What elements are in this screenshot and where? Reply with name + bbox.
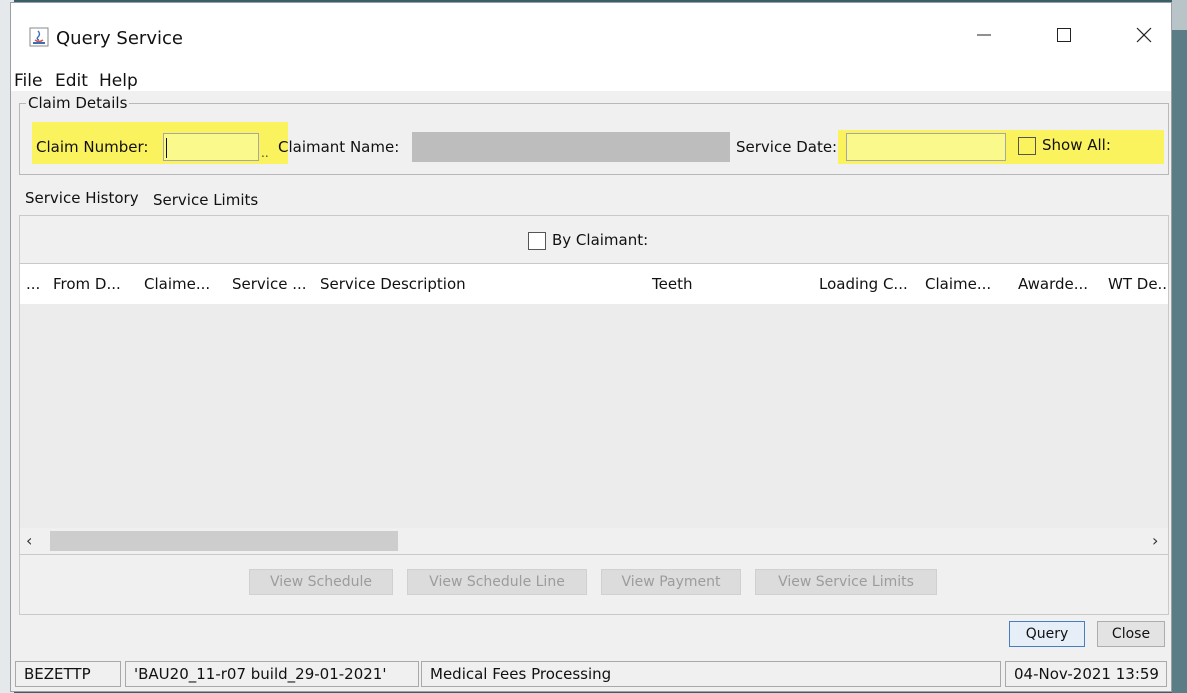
query-service-window: Query Service File Edit Help Claim Detai… [10, 2, 1172, 692]
tab-service-history[interactable]: Service History [25, 189, 139, 207]
menu-bar: File Edit Help [11, 69, 1171, 91]
table-header: ... From D... Claime... Service ... Serv… [20, 264, 1168, 304]
claim-number-input[interactable] [163, 133, 259, 161]
status-bar: BEZETTP 'BAU20_11-r07 build_29-01-2021' … [11, 655, 1171, 691]
column-header[interactable]: Awarde... [1018, 275, 1088, 293]
status-module: Medical Fees Processing [421, 661, 1001, 687]
view-schedule-button[interactable]: View Schedule [249, 569, 393, 595]
claim-lookup-button[interactable]: .. [261, 146, 269, 160]
claim-details-legend: Claim Details [26, 94, 130, 112]
view-service-limits-button[interactable]: View Service Limits [755, 569, 937, 595]
service-date-input[interactable] [846, 133, 1006, 161]
horizontal-scrollbar[interactable]: ‹ › [20, 528, 1168, 554]
status-user: BEZETTP [15, 661, 121, 687]
claimant-name-label: Claimant Name: [278, 138, 400, 156]
column-header[interactable]: From D... [53, 275, 121, 293]
column-header[interactable]: WT De.. [1108, 275, 1167, 293]
text-cursor [166, 138, 167, 158]
column-header[interactable]: Service ... [232, 275, 307, 293]
close-button[interactable]: Close [1097, 621, 1165, 647]
close-window-button[interactable] [1121, 15, 1167, 55]
claimant-name-field [412, 132, 730, 162]
window-title: Query Service [56, 28, 183, 49]
tab-service-limits[interactable]: Service Limits [153, 191, 258, 209]
java-app-icon [29, 27, 49, 47]
by-claimant-checkbox[interactable] [528, 232, 546, 250]
view-payment-button[interactable]: View Payment [601, 569, 741, 595]
column-header[interactable]: Service Description [320, 275, 466, 293]
scroll-right-icon[interactable]: › [1152, 531, 1158, 550]
claim-number-label: Claim Number: [36, 138, 149, 156]
by-claimant-label: By Claimant: [552, 231, 649, 249]
column-header[interactable]: ... [26, 275, 40, 293]
title-bar[interactable]: Query Service [11, 3, 1171, 69]
maximize-button[interactable] [1041, 15, 1087, 55]
column-header[interactable]: Loading C... [819, 275, 908, 293]
column-header[interactable]: Claime... [144, 275, 210, 293]
status-build: 'BAU20_11-r07 build_29-01-2021' [125, 661, 419, 687]
close-icon [1135, 26, 1153, 44]
table-body [20, 304, 1168, 528]
column-header[interactable]: Teeth [652, 275, 692, 293]
service-history-table: ... From D... Claime... Service ... Serv… [19, 263, 1169, 555]
menu-file[interactable]: File [14, 71, 42, 91]
menu-help[interactable]: Help [99, 71, 138, 91]
show-all-label: Show All: [1042, 136, 1111, 154]
minimize-button[interactable] [961, 15, 1007, 55]
desktop-background-right [1172, 0, 1187, 693]
minimize-icon [976, 27, 992, 43]
service-date-label: Service Date: [736, 138, 838, 156]
scroll-left-icon[interactable]: ‹ [26, 531, 32, 550]
column-header[interactable]: Claime... [925, 275, 991, 293]
desktop-background-right-top [1172, 0, 1187, 30]
maximize-icon [1056, 27, 1072, 43]
show-all-checkbox[interactable] [1018, 137, 1036, 155]
menu-edit[interactable]: Edit [55, 71, 88, 91]
view-schedule-line-button[interactable]: View Schedule Line [407, 569, 587, 595]
query-button[interactable]: Query [1009, 621, 1085, 647]
claim-details-group: Claim Details Claim Number: .. Claimant … [19, 94, 1169, 175]
status-datetime: 04-Nov-2021 13:59 [1005, 661, 1167, 687]
scrollbar-thumb[interactable] [50, 531, 398, 551]
